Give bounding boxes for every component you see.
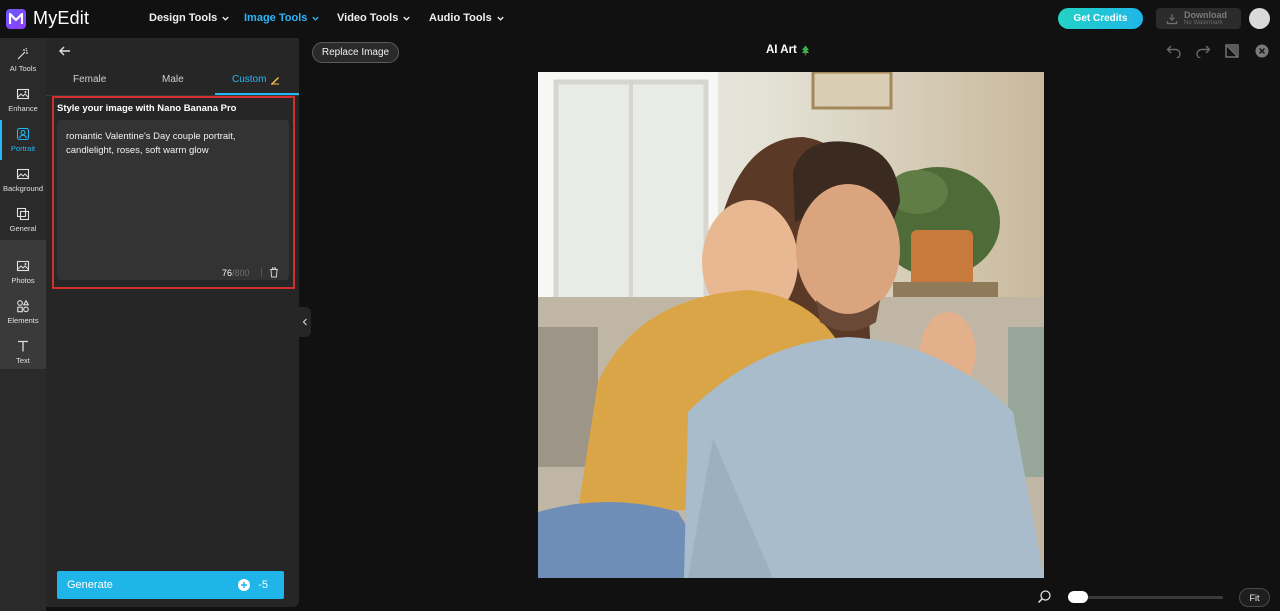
tab-label: Custom <box>232 74 267 85</box>
logo[interactable]: MyEdit <box>6 8 89 29</box>
nav-audio-tools[interactable]: Audio Tools <box>429 12 505 24</box>
canvas-title-text: AI Art <box>766 44 797 56</box>
generate-button[interactable]: Generate -5 <box>57 571 284 599</box>
rail-item-elements[interactable]: Elements <box>0 292 46 332</box>
rail-item-general[interactable]: General <box>0 200 46 240</box>
tab-custom[interactable]: Custom <box>232 74 280 85</box>
image-enhance-icon <box>16 88 30 100</box>
tab-male[interactable]: Male <box>162 74 184 85</box>
rail-item-portrait[interactable]: Portrait <box>0 120 46 160</box>
tree-icon <box>801 45 809 55</box>
style-title: Style your image with Nano Banana Pro <box>57 103 237 114</box>
back-arrow-icon[interactable] <box>58 44 72 58</box>
fit-button[interactable]: Fit <box>1239 588 1270 607</box>
replace-image-button[interactable]: Replace Image <box>312 42 399 63</box>
tool-rail: AI Tools Enhance Portrait Background Gen… <box>0 38 46 611</box>
rail-item-ai-tools[interactable]: AI Tools <box>0 40 46 80</box>
char-count: 76/800 <box>222 268 250 278</box>
download-sublabel: No Watermark <box>1184 19 1223 26</box>
chevron-down-icon <box>497 16 504 21</box>
prompt-text[interactable]: romantic Valentine's Day couple portrait… <box>66 130 281 158</box>
avatar[interactable] <box>1249 8 1270 29</box>
myedit-logo-icon <box>6 8 26 29</box>
portrait-icon <box>16 127 30 141</box>
generate-cost: -5 <box>238 579 268 591</box>
download-label: Download <box>1184 9 1227 20</box>
nav-label: Video Tools <box>337 12 399 24</box>
text-icon <box>18 340 28 352</box>
rail-label: Elements <box>7 316 39 325</box>
generate-cost-value: -5 <box>258 579 268 591</box>
nav-label: Design Tools <box>149 12 218 24</box>
app-name: MyEdit <box>33 8 90 28</box>
nav-label: Image Tools <box>244 12 308 24</box>
general-icon <box>16 207 30 221</box>
couple-portrait-image <box>538 72 1044 578</box>
elements-icon <box>17 299 30 313</box>
rail-label: Photos <box>11 276 35 285</box>
count-divider <box>261 268 262 277</box>
rail-item-photos[interactable]: Photos <box>0 252 46 292</box>
chevron-down-icon <box>403 16 411 21</box>
rail-label: General <box>9 224 37 233</box>
download-icon <box>1166 13 1178 24</box>
tab-active-indicator <box>215 93 299 95</box>
zoom-slider-thumb[interactable] <box>1068 591 1088 603</box>
zoom-icon[interactable] <box>1037 589 1052 604</box>
rail-item-text[interactable]: Text <box>0 332 46 372</box>
rail-item-background[interactable]: Background <box>0 160 46 200</box>
tab-female[interactable]: Female <box>73 74 106 85</box>
nav-label: Audio Tools <box>429 12 492 24</box>
compare-icon[interactable] <box>1225 44 1240 58</box>
generate-label: Generate <box>67 579 113 591</box>
nav-image-tools[interactable]: Image Tools <box>244 12 320 24</box>
rail-item-enhance[interactable]: Enhance <box>0 80 46 120</box>
rail-label: AI Tools <box>9 64 37 73</box>
rail-label: Portrait <box>10 144 36 153</box>
canvas-image[interactable] <box>538 72 1044 578</box>
char-count-max: /800 <box>232 268 250 278</box>
rail-label: Enhance <box>8 104 38 113</box>
zoom-slider-track[interactable] <box>1068 596 1223 599</box>
magic-wand-icon <box>17 47 28 60</box>
char-count-current: 76 <box>222 268 233 278</box>
nav-design-tools[interactable]: Design Tools <box>149 12 230 24</box>
close-icon[interactable] <box>1255 44 1269 58</box>
rail-label: Background <box>2 184 44 193</box>
download-button[interactable]: Download No Watermark <box>1156 8 1241 29</box>
top-bar: MyEdit Design Tools Image Tools Video To… <box>0 0 1280 38</box>
chevron-down-icon <box>222 16 229 21</box>
chevron-left-icon <box>302 318 307 326</box>
credit-icon <box>238 579 251 591</box>
undo-icon[interactable] <box>1166 44 1182 58</box>
panel-collapse-handle[interactable] <box>299 307 311 337</box>
trash-icon[interactable] <box>269 267 279 278</box>
canvas-title: AI Art <box>766 44 810 56</box>
background-icon <box>16 168 30 180</box>
ruler-pencil-icon <box>271 76 280 85</box>
nav-video-tools[interactable]: Video Tools <box>337 12 411 24</box>
chevron-down-icon <box>312 16 320 21</box>
photos-icon <box>16 260 30 272</box>
redo-icon[interactable] <box>1195 44 1211 58</box>
rail-label: Text <box>16 356 30 365</box>
get-credits-button[interactable]: Get Credits <box>1058 8 1143 29</box>
